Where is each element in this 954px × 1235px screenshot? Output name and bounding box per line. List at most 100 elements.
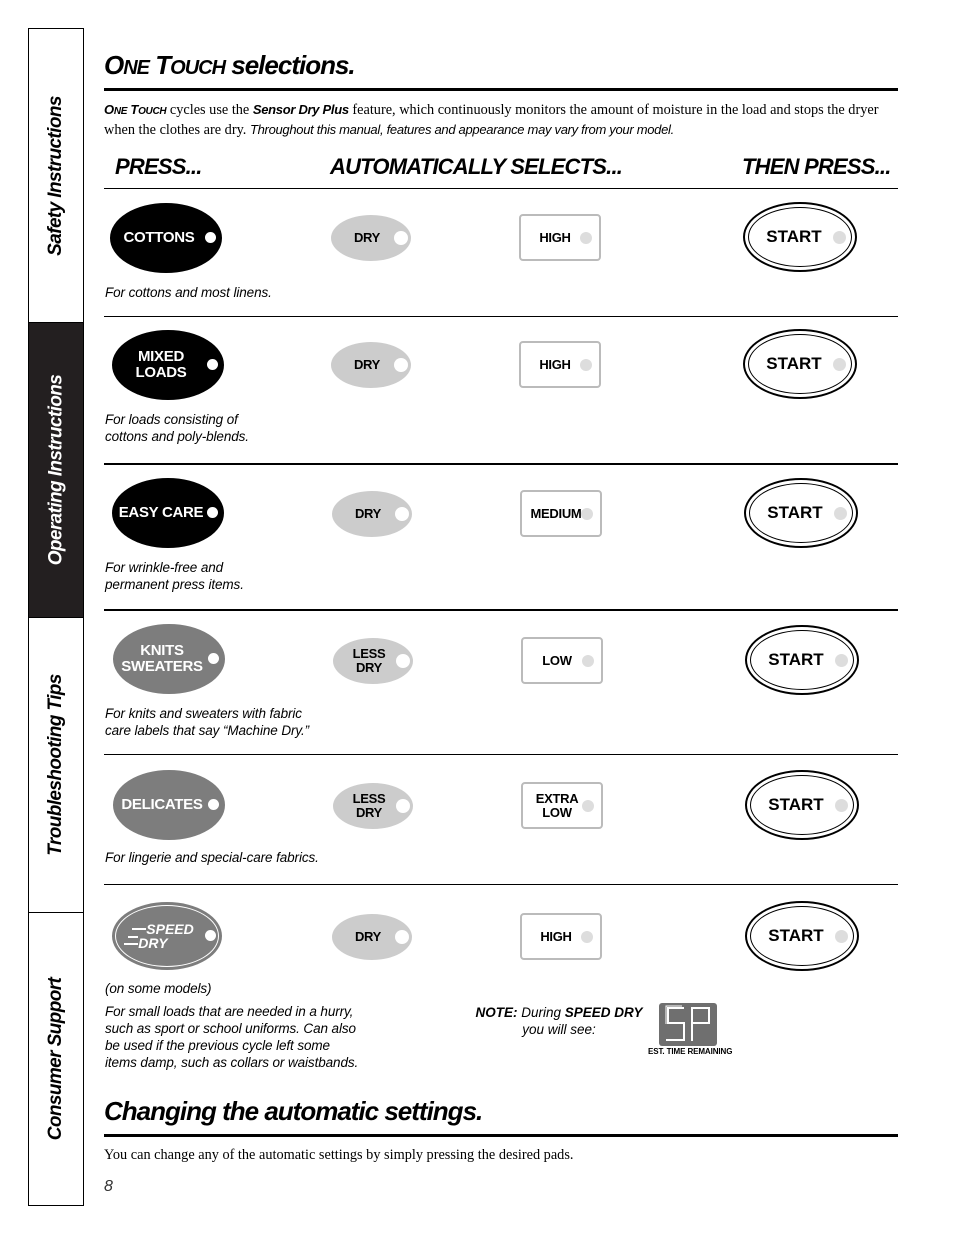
dry-level-button[interactable]: LESS DRY xyxy=(333,638,413,684)
heat-setting-button[interactable]: LOW xyxy=(521,637,603,684)
mixed-loads-cycle-button[interactable]: MIXED LOADS xyxy=(112,330,224,400)
side-tab-operating-instructions[interactable]: Operating Instructions xyxy=(29,323,83,618)
description-line: For lingerie and special-care fabrics. xyxy=(105,850,319,865)
cotton-cycle-button[interactable]: COTTONS xyxy=(110,203,222,273)
easy-care-cycle-button[interactable]: EASY CARE xyxy=(112,478,224,548)
brand-part: T xyxy=(127,102,139,117)
side-tab-troubleshooting-tips[interactable]: Troubleshooting Tips xyxy=(29,618,83,913)
start-button[interactable]: START xyxy=(745,770,859,840)
cycle-label-line: MIXED xyxy=(137,348,184,365)
side-tab-label: Troubleshooting Tips xyxy=(45,674,66,856)
title-part: T xyxy=(149,50,171,80)
cycle-label: KNITS SWEATERS xyxy=(121,643,203,675)
delicates-cycle-button[interactable]: DELICATES xyxy=(113,770,225,840)
row-divider xyxy=(104,884,898,885)
dry-level-button[interactable]: LESS DRY xyxy=(333,783,413,829)
feature-name: Sensor Dry Plus xyxy=(252,102,349,117)
cycle-label: EASY CARE xyxy=(119,505,204,521)
heat-setting-button[interactable]: HIGH xyxy=(520,913,602,960)
side-tab-label: Operating Instructions xyxy=(45,374,67,566)
start-button[interactable]: START xyxy=(745,625,859,695)
row-divider xyxy=(104,463,898,465)
description-line: be used if the previous cycle left some xyxy=(105,1038,330,1053)
description-line: For loads consisting of xyxy=(105,412,238,427)
dry-level-label: LESS DRY xyxy=(353,647,386,675)
side-tab-safety-instructions[interactable]: Safety Instructions xyxy=(29,29,83,323)
heat-label: MEDIUM xyxy=(530,505,582,521)
side-tab-consumer-support[interactable]: Consumer Support xyxy=(29,913,83,1205)
title-rule xyxy=(104,1134,898,1137)
start-button[interactable]: START xyxy=(743,202,857,272)
indicator-light xyxy=(582,654,594,667)
heat-setting-button[interactable]: HIGH xyxy=(519,341,601,388)
cycle-description: For cottons and most linens. xyxy=(105,284,272,301)
indicator-light xyxy=(582,799,594,812)
description-line: items damp, such as collars or waistband… xyxy=(105,1055,359,1070)
start-label: START xyxy=(768,795,824,814)
description-line: permanent press items. xyxy=(105,577,244,592)
description-line: such as sport or school uniforms. Can al… xyxy=(105,1021,356,1036)
indicator-light xyxy=(205,232,216,243)
row-divider xyxy=(104,754,898,755)
cycle-description: For loads consisting of cottons and poly… xyxy=(105,411,249,445)
dry-level-button[interactable]: DRY xyxy=(332,491,412,537)
heat-label: EXTRA LOW xyxy=(535,790,579,820)
heat-label: LOW xyxy=(542,652,572,668)
heat-setting-button[interactable]: HIGH xyxy=(519,214,601,261)
speed-line-icon xyxy=(124,943,139,945)
heat-label: HIGH xyxy=(539,229,571,245)
note-label: NOTE: xyxy=(475,1005,518,1020)
description-line: care labels that say “Machine Dry.” xyxy=(105,723,310,738)
title-rule xyxy=(104,88,898,91)
heat-label-line: EXTRA xyxy=(535,790,579,806)
note-text: During xyxy=(517,1005,565,1020)
side-tab-bar: Safety Instructions Operating Instructio… xyxy=(28,28,84,1206)
speed-dry-cycle-button[interactable]: SPEED DRY xyxy=(112,902,222,970)
start-label: START xyxy=(768,650,824,669)
row-divider xyxy=(104,316,898,317)
speed-line-icon xyxy=(128,936,139,938)
dry-level-button[interactable]: DRY xyxy=(332,914,412,960)
indicator-light xyxy=(394,358,408,372)
seven-segment-sp-icon xyxy=(665,1005,710,1041)
side-tab-label: Safety Instructions xyxy=(45,95,67,256)
heat-label: HIGH xyxy=(539,356,571,372)
section-body: You can change any of the automatic sett… xyxy=(104,1147,574,1163)
cycle-label: COTTONS xyxy=(124,230,195,246)
start-button[interactable]: START xyxy=(744,478,858,548)
indicator-light xyxy=(396,799,410,813)
dry-level-button[interactable]: DRY xyxy=(331,215,411,261)
dry-level-line: DRY xyxy=(355,805,383,820)
dry-level-label: DRY xyxy=(353,357,381,372)
indicator-light xyxy=(835,799,848,812)
section-title-changing-settings: Changing the automatic settings. xyxy=(104,1096,483,1126)
indicator-light xyxy=(580,358,592,371)
heat-setting-button[interactable]: EXTRA LOW xyxy=(521,782,603,829)
cycle-label-line: KNITS xyxy=(140,642,184,659)
column-header-auto-selects: AUTOMATICALLY SELECTS... xyxy=(330,154,623,179)
dry-level-line: DRY xyxy=(355,660,383,675)
dry-level-button[interactable]: DRY xyxy=(331,342,411,388)
title-part: selections. xyxy=(225,50,355,80)
section-title-one-touch: ONE TOUCH selections. xyxy=(104,50,356,81)
indicator-light xyxy=(207,507,218,518)
start-button[interactable]: START xyxy=(743,329,857,399)
cycle-description: For lingerie and special-care fabrics. xyxy=(105,849,319,866)
dry-level-label: DRY xyxy=(354,929,382,944)
indicator-light xyxy=(208,653,219,664)
cycle-label: DELICATES xyxy=(121,796,203,813)
cycle-label-line: DELICATES xyxy=(121,796,203,813)
heat-setting-button[interactable]: MEDIUM xyxy=(520,490,602,537)
indicator-light xyxy=(396,654,410,668)
indicator-light xyxy=(205,930,216,941)
indicator-light xyxy=(394,231,408,245)
intro-text: cycles use the xyxy=(166,102,253,118)
dry-level-label: DRY xyxy=(353,230,381,245)
brand-part: O xyxy=(104,102,114,117)
heat-label: HIGH xyxy=(540,928,572,944)
start-button[interactable]: START xyxy=(745,901,859,971)
dry-level-line: LESS xyxy=(352,646,386,661)
speed-dry-note: NOTE: During SPEED DRY you will see: xyxy=(470,1004,648,1038)
knits-sweaters-cycle-button[interactable]: KNITS SWEATERS xyxy=(113,624,225,694)
column-header-press: PRESS... xyxy=(115,154,202,179)
